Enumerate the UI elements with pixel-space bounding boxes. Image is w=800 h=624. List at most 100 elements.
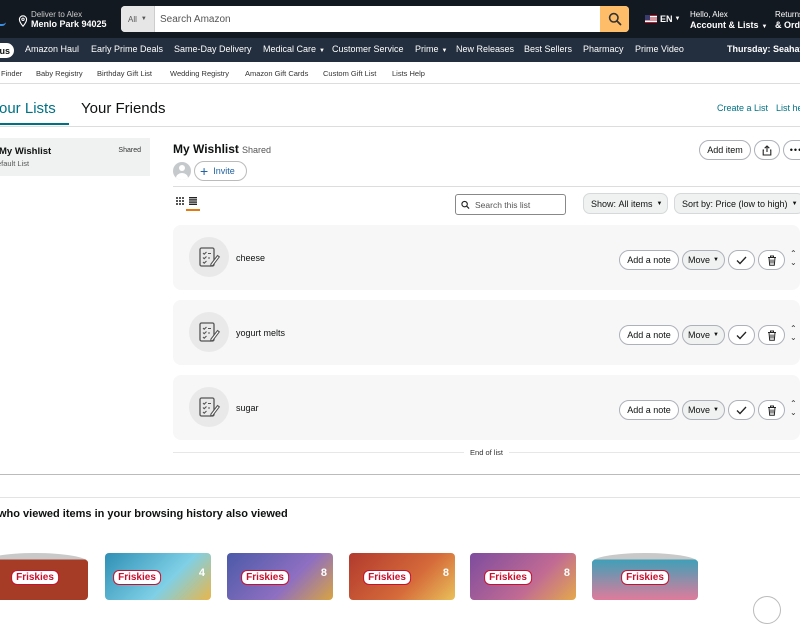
divider [173,186,800,187]
chevron-down-icon: ▼ [441,48,448,54]
mark-purchased-button[interactable] [728,400,755,420]
subnav-wedding-registry[interactable]: Wedding Registry [170,69,229,78]
reorder-handle-icon[interactable]: ⌃ ⌄ [790,324,797,342]
move-button[interactable]: Move ▼ [682,250,725,270]
product-card[interactable]: Friskies 8 [470,553,576,600]
product-card[interactable]: Friskies [0,553,88,600]
search-category-select[interactable]: All ▼ [121,6,155,32]
subnav-baby-registry[interactable]: Baby Registry [36,69,83,78]
product-card[interactable]: Friskies [592,553,698,600]
recommendations-title: who viewed items in your browsing histor… [0,508,288,520]
divider [0,497,800,498]
list-shared-label: Shared [242,145,272,155]
share-button[interactable] [754,140,780,160]
list-view-icon[interactable] [189,197,197,205]
show-filter-dropdown[interactable]: Show: All items ▼ [583,193,668,214]
trash-icon [767,405,776,416]
tab-your-friends[interactable]: Your Friends [81,100,166,117]
product-card[interactable]: Friskies 8 [227,553,333,600]
item-title[interactable]: yogurt melts [236,328,285,338]
delete-button[interactable] [758,400,785,420]
carousel-next-button[interactable] [753,596,781,624]
list-item: yogurt melts Add a note Move ▼ ⌃ ⌄ [173,300,800,365]
nav-promo[interactable]: Thursday: Seahav [727,44,800,54]
location-pin-icon [18,15,28,27]
mark-purchased-button[interactable] [728,325,755,345]
move-label: Move [688,255,711,265]
search-button[interactable] [600,6,629,32]
list-title: My Wishlist [173,142,239,156]
search-list-input[interactable] [475,199,565,210]
subnav-custom-gift-list[interactable]: Custom Gift List [323,69,376,78]
create-list-link[interactable]: Create a List [717,103,768,113]
sort-dropdown[interactable]: Sort by: Price (low to high) ▼ [674,193,800,214]
nav-early-prime-deals[interactable]: Early Prime Deals [91,44,163,54]
nav-new-releases[interactable]: New Releases [456,44,514,54]
chevron-down-icon: ▼ [713,407,719,413]
invite-button[interactable]: + Invite [194,161,247,181]
nav-amazon-haul[interactable]: Amazon Haul [25,44,79,54]
reorder-handle-icon[interactable]: ⌃ ⌄ [790,249,797,267]
account-greeting: Hello, Alex [690,10,728,19]
product-brand: Friskies [621,570,669,585]
product-card[interactable]: Friskies 8 [349,553,455,600]
sidebar-list-shared: Shared [118,147,141,154]
product-count: 8 [442,567,449,579]
amazon-logo[interactable] [0,22,6,26]
language-selector[interactable]: EN ▼ [645,14,680,24]
search-input[interactable] [155,6,600,32]
active-tab-indicator [0,123,69,125]
item-title[interactable]: cheese [236,253,265,263]
sort-value: Price (low to high) [715,198,788,209]
nav-customer-service[interactable]: Customer Service [332,44,404,54]
list-help-link[interactable]: List he [776,103,800,113]
item-title[interactable]: sugar [236,403,259,413]
chevron-down-icon: ▼ [791,200,798,207]
delete-button[interactable] [758,250,785,270]
move-button[interactable]: Move ▼ [682,400,725,420]
checkmark-icon [736,331,747,339]
returns-orders[interactable]: Returns & Orders [775,10,800,30]
deliver-label: Deliver to Alex [31,10,83,19]
subnav-lists-help[interactable]: Lists Help [392,69,425,78]
chevron-down-icon: ▼ [140,16,147,22]
search-list-field[interactable] [455,194,566,215]
item-thumbnail [189,237,229,277]
item-thumbnail [189,312,229,352]
nav-prime[interactable]: Prime ▼ [415,44,447,54]
add-note-button[interactable]: Add a note [619,325,679,345]
nav-same-day-delivery[interactable]: Same-Day Delivery [174,44,252,54]
nav-medical-care[interactable]: Medical Care ▼ [263,44,325,54]
product-count: 8 [320,567,327,579]
nav-best-sellers[interactable]: Best Sellers [524,44,572,54]
account-menu[interactable]: Hello, Alex Account & Lists ▼ [690,10,767,30]
delete-button[interactable] [758,325,785,345]
nav-prime-video[interactable]: Prime Video [635,44,684,54]
returns-label: Returns [775,10,800,19]
add-item-button[interactable]: Add item [699,140,751,160]
sidebar-list-my-wishlist[interactable]: My Wishlist Shared efault List [0,138,150,176]
product-card[interactable]: Friskies 4 [105,553,211,600]
list-item: sugar Add a note Move ▼ ⌃ ⌄ [173,375,800,440]
subnav-amazon-gift-cards[interactable]: Amazon Gift Cards [245,69,308,78]
chevron-down-icon: ▼ [713,257,719,263]
prime-pill[interactable]: us [0,43,14,58]
checkmark-icon [736,256,747,264]
product-brand: Friskies [484,570,532,585]
chevron-down-icon: ▼ [319,48,325,54]
more-options-button[interactable]: ••• [783,140,800,160]
subnav-birthday-gift-list[interactable]: Birthday Gift List [97,69,152,78]
list-item: cheese Add a note Move ▼ ⌃ ⌄ [173,225,800,290]
show-label: Show: [591,198,617,209]
reorder-handle-icon[interactable]: ⌃ ⌄ [790,399,797,417]
add-note-button[interactable]: Add a note [619,400,679,420]
subnav-finder[interactable]: Finder [1,69,22,78]
add-note-button[interactable]: Add a note [619,250,679,270]
show-value: All items [618,198,653,209]
tab-your-lists[interactable]: our Lists [0,100,56,117]
nav-pharmacy[interactable]: Pharmacy [583,44,624,54]
move-button[interactable]: Move ▼ [682,325,725,345]
sort-label: Sort by: [682,198,714,209]
mark-purchased-button[interactable] [728,250,755,270]
grid-view-icon[interactable] [176,197,184,205]
